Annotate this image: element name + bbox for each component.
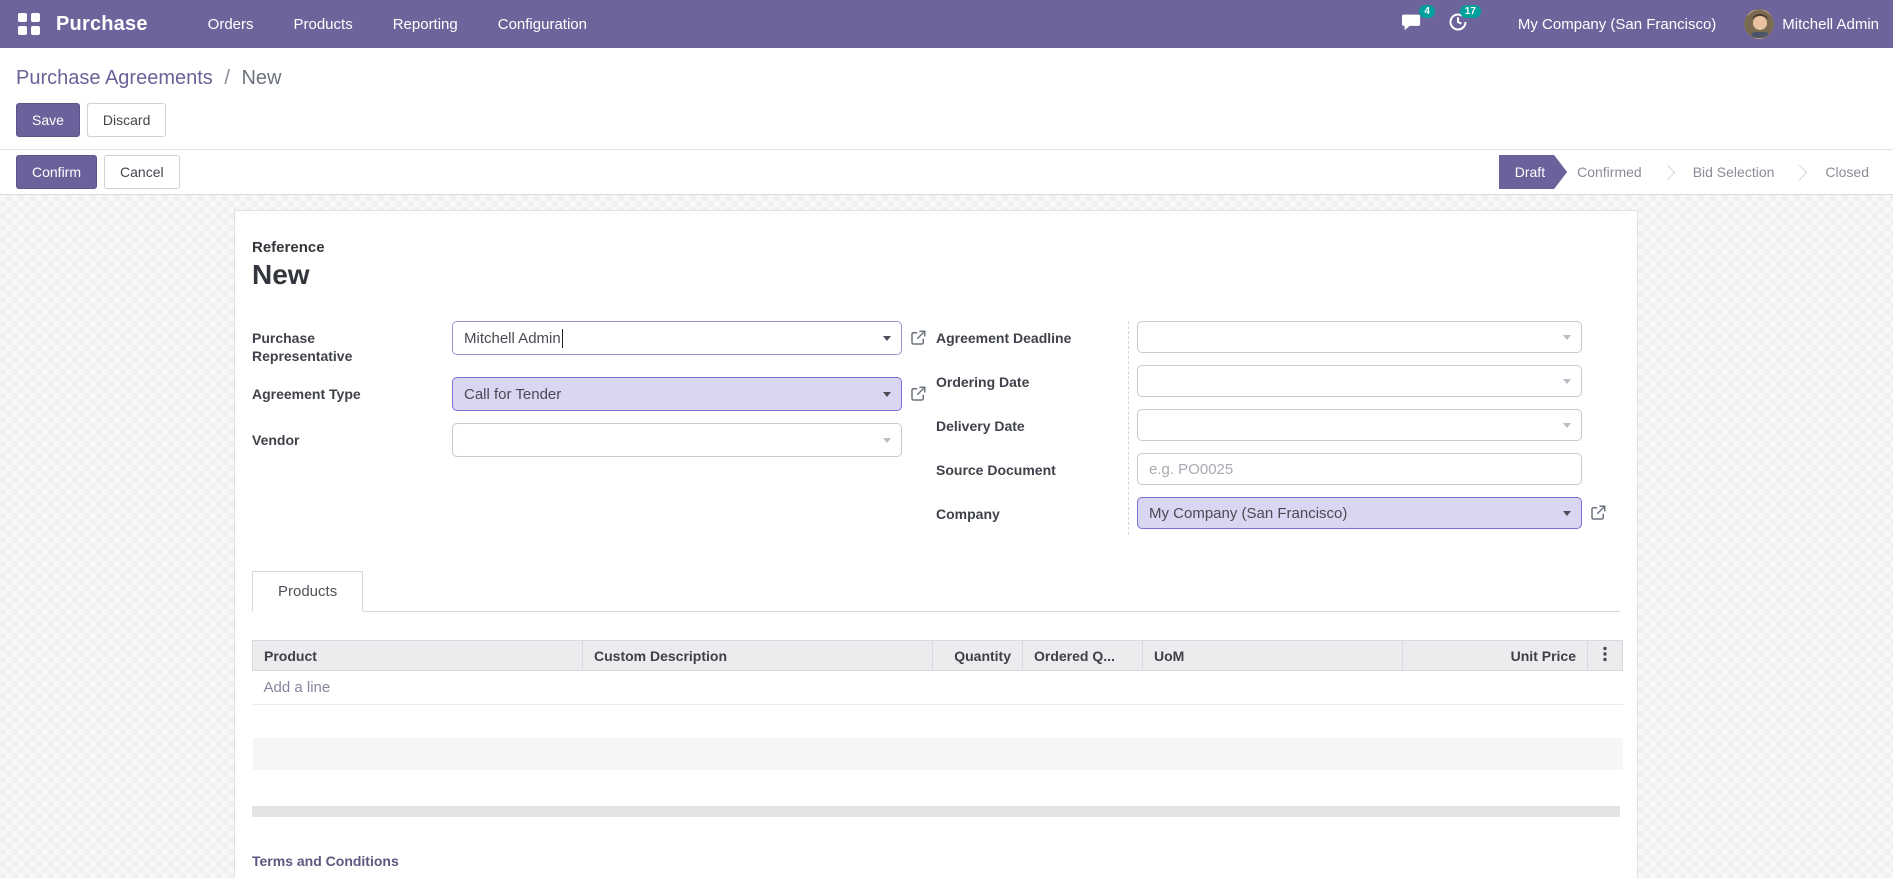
activities-count-badge: 17 bbox=[1459, 4, 1481, 18]
dropdown-caret-icon[interactable] bbox=[883, 392, 891, 397]
breadcrumb: Purchase Agreements / New bbox=[0, 48, 1893, 90]
field-row-company: Company My Company (San Francisco) bbox=[936, 497, 1620, 529]
apps-menu-icon[interactable] bbox=[18, 13, 40, 35]
agreement-deadline-input[interactable] bbox=[1137, 321, 1582, 353]
breadcrumb-parent-link[interactable]: Purchase Agreements bbox=[16, 67, 213, 89]
dropdown-caret-icon[interactable] bbox=[1563, 511, 1571, 516]
form-field-groups: Purchase Representative Mitchell Admin A… bbox=[252, 321, 1620, 541]
messages-icon bbox=[1401, 12, 1422, 36]
activities-button[interactable]: 17 bbox=[1448, 4, 1481, 37]
statusbar-states: Draft Confirmed Bid Selection Closed bbox=[1499, 155, 1879, 189]
field-row-ordering-date: Ordering Date bbox=[936, 365, 1620, 397]
agreement-type-label: Agreement Type bbox=[252, 386, 361, 402]
app-name[interactable]: Purchase bbox=[56, 13, 148, 36]
menu-configuration[interactable]: Configuration bbox=[478, 0, 607, 48]
left-field-group: Purchase Representative Mitchell Admin A… bbox=[252, 321, 936, 541]
company-input[interactable]: My Company (San Francisco) bbox=[1137, 497, 1582, 529]
delivery-date-input[interactable] bbox=[1137, 409, 1582, 441]
field-row-purchase-representative: Purchase Representative Mitchell Admin bbox=[252, 321, 936, 365]
navbar-right: 4 17 My Company (San Francisco) Mitchell… bbox=[1401, 4, 1879, 39]
save-button[interactable]: Save bbox=[16, 103, 80, 137]
company-label: Company bbox=[936, 506, 1000, 522]
dropdown-caret-icon[interactable] bbox=[883, 336, 891, 341]
products-table: Product Custom Description Quantity Orde… bbox=[252, 640, 1623, 806]
dropdown-caret-icon[interactable] bbox=[1563, 379, 1571, 384]
right-field-group: Agreement Deadline Ordering Date Deliver… bbox=[936, 321, 1620, 541]
field-row-agreement-type: Agreement Type Call for Tender bbox=[252, 377, 936, 411]
source-document-input-box[interactable] bbox=[1137, 453, 1582, 485]
ordering-date-input[interactable] bbox=[1137, 365, 1582, 397]
tab-products[interactable]: Products bbox=[252, 571, 364, 612]
reference-label: Reference bbox=[252, 239, 325, 256]
company-switcher[interactable]: My Company (San Francisco) bbox=[1518, 16, 1716, 33]
main-menu: Orders Products Reporting Configuration bbox=[188, 0, 607, 48]
empty-row bbox=[253, 770, 1623, 806]
table-footer-bar bbox=[252, 805, 1620, 817]
external-link-icon[interactable] bbox=[1589, 504, 1607, 522]
form-sheet: Reference New Purchase Representative Mi… bbox=[234, 210, 1638, 878]
user-avatar[interactable] bbox=[1744, 9, 1775, 39]
messages-count-badge: 4 bbox=[1419, 5, 1435, 18]
menu-products[interactable]: Products bbox=[274, 0, 373, 48]
chevron-separator-icon bbox=[1792, 164, 1808, 180]
col-uom[interactable]: UoM bbox=[1142, 640, 1403, 671]
ordering-date-label: Ordering Date bbox=[936, 374, 1030, 390]
terms-section: Terms and Conditions bbox=[252, 853, 1620, 879]
add-a-line-link[interactable]: Add a line bbox=[264, 679, 331, 696]
notebook-tabs: Products bbox=[252, 571, 1620, 612]
delivery-date-label: Delivery Date bbox=[936, 418, 1025, 434]
external-link-icon[interactable] bbox=[909, 385, 927, 403]
confirm-button[interactable]: Confirm bbox=[16, 155, 98, 189]
kebab-dots-icon bbox=[1603, 646, 1607, 662]
form-statusbar: Confirm Cancel Draft Confirmed Bid Selec… bbox=[0, 149, 1893, 195]
col-ordered-quantities[interactable]: Ordered Q... bbox=[1022, 640, 1143, 671]
messages-button[interactable]: 4 bbox=[1401, 5, 1435, 36]
col-custom-description[interactable]: Custom Description bbox=[582, 640, 933, 671]
breadcrumb-separator: / bbox=[224, 67, 230, 89]
state-bid-selection[interactable]: Bid Selection bbox=[1693, 164, 1775, 180]
discard-button[interactable]: Discard bbox=[86, 103, 167, 137]
cancel-button[interactable]: Cancel bbox=[104, 155, 180, 189]
products-table-header: Product Custom Description Quantity Orde… bbox=[252, 640, 1623, 671]
add-line-row: Add a line bbox=[252, 670, 1623, 705]
menu-reporting[interactable]: Reporting bbox=[373, 0, 478, 48]
optional-columns-button[interactable] bbox=[1587, 640, 1623, 671]
top-navbar: Purchase Orders Products Reporting Confi… bbox=[0, 0, 1893, 48]
agreement-deadline-label: Agreement Deadline bbox=[936, 330, 1072, 346]
control-panel-buttons: Save Discard bbox=[0, 90, 1893, 149]
chevron-separator-icon bbox=[1659, 164, 1675, 180]
purchase-representative-label: Purchase Representative bbox=[252, 330, 353, 364]
purchase-representative-input[interactable]: Mitchell Admin bbox=[452, 321, 902, 355]
text-cursor bbox=[561, 328, 563, 348]
agreement-type-input[interactable]: Call for Tender bbox=[452, 377, 902, 411]
dropdown-caret-icon[interactable] bbox=[1563, 335, 1571, 340]
field-row-vendor: Vendor bbox=[252, 423, 936, 457]
vendor-label: Vendor bbox=[252, 432, 300, 448]
breadcrumb-current: New bbox=[241, 67, 282, 89]
field-row-source-document: Source Document bbox=[936, 453, 1620, 485]
dropdown-caret-icon[interactable] bbox=[1563, 423, 1571, 428]
col-product[interactable]: Product bbox=[252, 640, 583, 671]
state-confirmed[interactable]: Confirmed bbox=[1577, 164, 1642, 180]
empty-row bbox=[253, 705, 1623, 738]
vendor-input[interactable] bbox=[452, 423, 902, 457]
external-link-icon[interactable] bbox=[909, 329, 927, 347]
empty-row-striped bbox=[252, 737, 1623, 770]
dropdown-caret-icon[interactable] bbox=[883, 438, 891, 443]
terms-text-area[interactable] bbox=[252, 869, 1620, 879]
terms-and-conditions-label: Terms and Conditions bbox=[252, 852, 399, 869]
reference-value[interactable]: New bbox=[252, 259, 1620, 291]
field-row-agreement-deadline: Agreement Deadline bbox=[936, 321, 1620, 353]
source-document-label: Source Document bbox=[936, 462, 1056, 478]
state-draft[interactable]: Draft bbox=[1499, 155, 1567, 189]
state-closed[interactable]: Closed bbox=[1825, 164, 1869, 180]
field-row-delivery-date: Delivery Date bbox=[936, 409, 1620, 441]
col-quantity[interactable]: Quantity bbox=[932, 640, 1023, 671]
menu-orders[interactable]: Orders bbox=[188, 0, 274, 48]
form-view-background: Reference New Purchase Representative Mi… bbox=[0, 195, 1893, 878]
col-unit-price[interactable]: Unit Price bbox=[1402, 640, 1588, 671]
user-menu[interactable]: Mitchell Admin bbox=[1782, 16, 1879, 33]
source-document-input[interactable] bbox=[1149, 460, 1570, 478]
